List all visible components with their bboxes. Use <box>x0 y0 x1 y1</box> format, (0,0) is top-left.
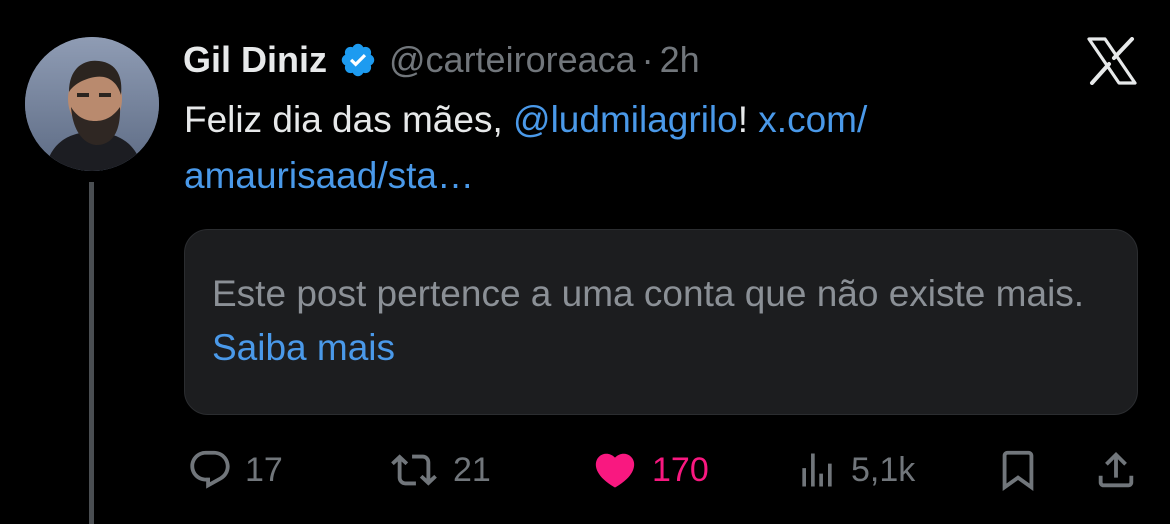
share-button[interactable] <box>1093 440 1139 500</box>
views-button[interactable]: 5,1k <box>795 440 915 500</box>
url-link-part2[interactable]: amaurisaad/sta… <box>184 155 474 196</box>
share-icon <box>1093 447 1139 493</box>
like-count: 170 <box>652 450 709 489</box>
separator-dot: · <box>641 39 654 80</box>
url-link-part1[interactable]: x.com/ <box>758 99 867 140</box>
heart-icon <box>590 447 640 493</box>
learn-more-link[interactable]: Saiba mais <box>212 327 395 368</box>
mention-link[interactable]: @ludmilagrilo <box>513 99 738 140</box>
views-count: 5,1k <box>851 450 916 489</box>
reply-icon <box>187 447 233 493</box>
repost-button[interactable]: 21 <box>387 440 491 500</box>
bookmark-button[interactable] <box>995 440 1041 500</box>
x-logo-icon <box>1085 37 1139 85</box>
post-time[interactable]: 2h <box>660 39 700 81</box>
views-icon <box>795 447 839 493</box>
repost-count: 21 <box>453 450 491 489</box>
like-button[interactable]: 170 <box>590 440 709 500</box>
tweet-text: Feliz dia das mães, @ludmilagrilo! x.com… <box>184 92 1064 204</box>
reply-count: 17 <box>245 450 283 489</box>
tweet-header: Gil Diniz @carteiroreaca · 2h <box>183 34 700 86</box>
tweet-text-exclaim: ! <box>737 99 749 140</box>
action-bar: 17 21 170 5,1k <box>0 440 1170 500</box>
bookmark-icon <box>995 447 1041 493</box>
unavailable-quote-card: Este post pertence a uma conta que não e… <box>184 229 1138 415</box>
repost-icon <box>387 447 441 493</box>
quote-message: Este post pertence a uma conta que não e… <box>212 267 1092 375</box>
author-name[interactable]: Gil Diniz <box>183 39 327 81</box>
tweet-text-prefix: Feliz dia das mães, <box>184 99 514 140</box>
author-handle[interactable]: @carteiroreaca <box>389 39 636 81</box>
author-avatar[interactable] <box>25 37 159 171</box>
quote-message-text: Este post pertence a uma conta que não e… <box>212 273 1085 314</box>
verified-badge-icon <box>339 41 377 79</box>
reply-button[interactable]: 17 <box>187 440 283 500</box>
